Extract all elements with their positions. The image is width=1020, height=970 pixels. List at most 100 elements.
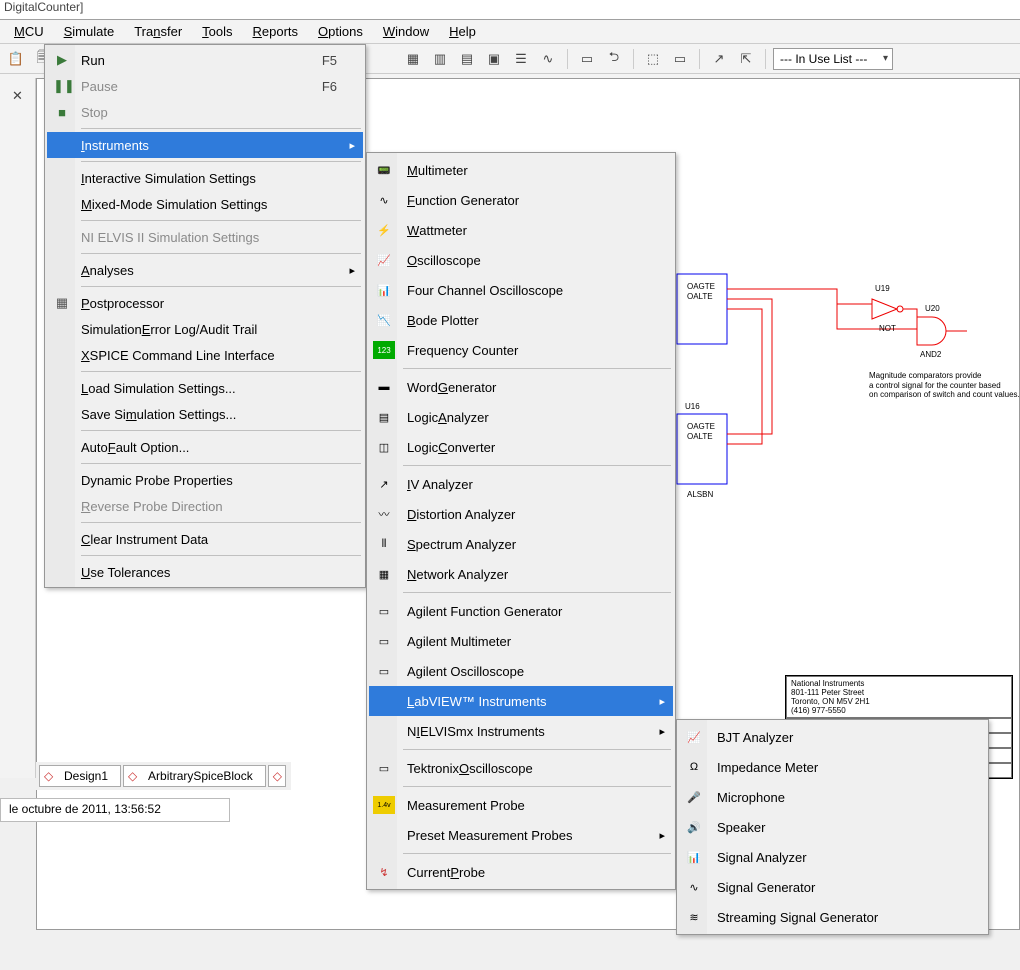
distortion-icon: 〰 [373, 505, 395, 523]
tek-icon: ▭ [373, 759, 395, 777]
menu-interactive-sim[interactable]: Interactive Simulation Settings [47, 165, 363, 191]
instr-agilent-osc[interactable]: ▭Agilent Oscilloscope [369, 656, 673, 686]
label-not: NOT [879, 324, 896, 333]
menu-error-log[interactable]: Simulation Error Log/Audit Trail [47, 316, 363, 342]
menu-stop: ■ Stop [47, 99, 363, 125]
sig-gen-icon: ∿ [683, 878, 705, 896]
menu-simulate[interactable]: Simulate [54, 22, 125, 41]
menu-elvis: NI ELVIS II Simulation Settings [47, 224, 363, 250]
lv-stream-sig-gen[interactable]: ≋Streaming Signal Generator [679, 902, 986, 932]
instr-agilent-fg[interactable]: ▭Agilent Function Generator [369, 596, 673, 626]
tbtn-page-icon[interactable]: ▭ [575, 47, 599, 71]
instr-elvismx[interactable]: NI ELVISmx Instruments [369, 716, 673, 746]
tbtn-grid1-icon[interactable]: ▦ [401, 47, 425, 71]
menu-mixed-mode[interactable]: Mixed-Mode Simulation Settings [47, 191, 363, 217]
menu-run[interactable]: ▶ Run F5 [47, 47, 363, 73]
microphone-icon: 🎤 [683, 788, 705, 806]
menu-window[interactable]: Window [373, 22, 439, 41]
instr-current-probe[interactable]: ↯Current Probe [369, 857, 673, 887]
instr-func-gen[interactable]: ∿Function Generator [369, 185, 673, 215]
tbtn-list-icon[interactable]: ☰ [509, 47, 533, 71]
separator [765, 49, 766, 69]
instr-spectrum[interactable]: ⫴Spectrum Analyzer [369, 529, 673, 559]
svg-text:ALSBN: ALSBN [687, 490, 713, 499]
lv-sig-gen[interactable]: ∿Signal Generator [679, 872, 986, 902]
menu-reports[interactable]: Reports [243, 22, 309, 41]
tab-arbitrary-spice[interactable]: ◇ArbitrarySpiceBlock [123, 765, 266, 787]
iv-icon: ↗ [373, 475, 395, 493]
menu-mcu[interactable]: MCU [4, 22, 54, 41]
lv-sig-analyzer[interactable]: 📊Signal Analyzer [679, 842, 986, 872]
side-close-icon[interactable]: ✕ [6, 84, 30, 108]
tbtn-marquee-icon[interactable]: ⬚ [641, 47, 665, 71]
menu-analyses[interactable]: Analyses [47, 257, 363, 283]
menu-tools[interactable]: Tools [192, 22, 242, 41]
svg-text:OAGTE: OAGTE [687, 422, 715, 431]
instr-distortion[interactable]: 〰Distortion Analyzer [369, 499, 673, 529]
instr-meas-probe[interactable]: 1.4vMeasurement Probe [369, 790, 673, 820]
labview-submenu: 📈BJT Analyzer ΩImpedance Meter 🎤Micropho… [676, 719, 989, 935]
instr-iv[interactable]: ↗IV Analyzer [369, 469, 673, 499]
menu-load-sim[interactable]: Load Simulation Settings... [47, 375, 363, 401]
menu-options[interactable]: Options [308, 22, 373, 41]
instr-bode[interactable]: 📉Bode Plotter [369, 305, 673, 335]
play-icon: ▶ [53, 52, 71, 68]
instr-logic-analyzer[interactable]: ▤Logic Analyzer [369, 402, 673, 432]
bode-icon: 📉 [373, 311, 395, 329]
menu-rev-probe: Reverse Probe Direction [47, 493, 363, 519]
speaker-icon: 🔊 [683, 818, 705, 836]
postprocessor-icon: ▦ [53, 295, 71, 311]
agilent-osc-icon: ▭ [373, 662, 395, 680]
instr-tek-osc[interactable]: ▭Tektronix Oscilloscope [369, 753, 673, 783]
instr-oscilloscope[interactable]: 📈Oscilloscope [369, 245, 673, 275]
separator [699, 49, 700, 69]
tbtn-back-icon[interactable]: ⮌ [602, 47, 626, 71]
svg-text:OAGTE: OAGTE [687, 282, 715, 291]
instr-agilent-mm[interactable]: ▭Agilent Multimeter [369, 626, 673, 656]
instr-labview[interactable]: LabVIEW™ Instruments [369, 686, 673, 716]
instr-multimeter[interactable]: 📟Multimeter [369, 155, 673, 185]
design-tab-icon: ◇ [44, 769, 53, 783]
menu-instruments[interactable]: Instruments [47, 132, 363, 158]
in-use-list-dropdown[interactable]: --- In Use List --- [773, 48, 893, 70]
spectrum-icon: ⫴ [373, 535, 395, 553]
tbtn-arrow-icon[interactable]: ↗ [707, 47, 731, 71]
menu-use-tol[interactable]: Use Tolerances [47, 559, 363, 585]
wattmeter-icon: ⚡ [373, 221, 395, 239]
instr-freq[interactable]: 123Frequency Counter [369, 335, 673, 365]
lv-bjt[interactable]: 📈BJT Analyzer [679, 722, 986, 752]
tbtn-grid2-icon[interactable]: ▥ [428, 47, 452, 71]
menu-auto-fault[interactable]: Auto Fault Option... [47, 434, 363, 460]
tbtn-sheet-icon[interactable]: ▣ [482, 47, 506, 71]
tbtn-export-icon[interactable]: ⇱ [734, 47, 758, 71]
menu-dyn-probe[interactable]: Dynamic Probe Properties [47, 467, 363, 493]
agilent-fg-icon: ▭ [373, 602, 395, 620]
svg-text:OALTE: OALTE [687, 292, 713, 301]
lv-impedance[interactable]: ΩImpedance Meter [679, 752, 986, 782]
menu-save-sim[interactable]: Save Simulation Settings... [47, 401, 363, 427]
instr-word-gen[interactable]: ▬Word Generator [369, 372, 673, 402]
menu-postprocessor[interactable]: ▦ Postprocessor [47, 290, 363, 316]
label-u20: U20 [925, 304, 940, 313]
instr-logic-conv[interactable]: ◫Logic Converter [369, 432, 673, 462]
menu-clear-instr[interactable]: Clear Instrument Data [47, 526, 363, 552]
menu-help[interactable]: Help [439, 22, 486, 41]
tbtn-grid3-icon[interactable]: ▤ [455, 47, 479, 71]
menu-xspice[interactable]: XSPICE Command Line Interface [47, 342, 363, 368]
oscilloscope-icon: 📈 [373, 251, 395, 269]
instr-network[interactable]: ▦Network Analyzer [369, 559, 673, 589]
instr-four-ch[interactable]: 📊Four Channel Oscilloscope [369, 275, 673, 305]
lv-speaker[interactable]: 🔊Speaker [679, 812, 986, 842]
agilent-mm-icon: ▭ [373, 632, 395, 650]
lv-microphone[interactable]: 🎤Microphone [679, 782, 986, 812]
multimeter-icon: 📟 [373, 161, 395, 179]
instr-preset-probes[interactable]: Preset Measurement Probes [369, 820, 673, 850]
tab-extra[interactable]: ◇ [268, 765, 286, 787]
tbtn-graph-icon[interactable]: ∿ [536, 47, 560, 71]
tbtn-select-icon[interactable]: ▭ [668, 47, 692, 71]
instr-wattmeter[interactable]: ⚡Wattmeter [369, 215, 673, 245]
side-toolbar: ✕ [0, 78, 36, 778]
tab-design1[interactable]: ◇Design1 [39, 765, 121, 787]
menu-transfer[interactable]: Transfer [124, 22, 192, 41]
tbtn-paste-icon[interactable]: 📋 [4, 47, 28, 71]
